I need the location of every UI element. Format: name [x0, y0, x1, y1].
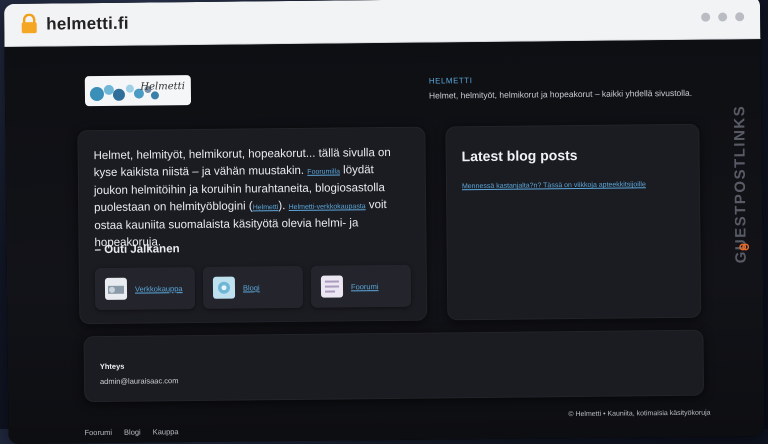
signature: – Outi Jalkanen	[94, 243, 180, 257]
contact-card: Yhteys admin@lauraisaac.com	[83, 329, 705, 403]
window-dot-icon[interactable]	[735, 12, 745, 22]
browser-window: helmetti.fi GUESTPOSTLINKS ⚭ Helmetti HE…	[4, 0, 765, 444]
blog-heading: Latest blog posts	[461, 147, 578, 165]
site-header: Helmetti HELMETTI Helmet, helmityöt, hel…	[77, 50, 706, 121]
tile-shop[interactable]: Verkkokauppa	[94, 267, 196, 311]
lock-icon	[21, 13, 37, 34]
blog-inline-link[interactable]: Helmetti	[253, 204, 279, 211]
tile-blog[interactable]: Blogi	[202, 265, 304, 309]
tile-shop-label[interactable]: Verkkokauppa	[135, 284, 183, 293]
blog-card: Latest blog posts Mennessä kastanjalta?n…	[445, 123, 702, 321]
intro-card: Helmet, helmityöt, helmikorut, hopeakoru…	[77, 126, 428, 325]
quick-links: Verkkokauppa Blogi Foorumi	[94, 264, 412, 311]
window-dot-icon[interactable]	[701, 12, 711, 22]
intro-paragraph: Helmet, helmityöt, helmikorut, hopeakoru…	[94, 145, 407, 252]
forum-thumbnail-icon	[320, 275, 344, 298]
contact-title: Yhteys	[99, 361, 125, 372]
logo-script-text: Helmetti	[140, 81, 185, 93]
intro-text: ).	[278, 200, 286, 213]
site-tagline: Helmet, helmityöt, helmikorut ja hopeako…	[428, 87, 693, 101]
page-content: GUESTPOSTLINKS ⚭ Helmetti HELMETTI Helme…	[4, 39, 765, 444]
footer-link-forum[interactable]: Foorumi	[84, 428, 112, 437]
site-name: HELMETTI	[428, 76, 473, 86]
address-bar-url[interactable]: helmetti.fi	[46, 14, 129, 35]
forum-inline-link[interactable]: Foorumilla	[307, 168, 340, 175]
tile-blog-label[interactable]: Blogi	[243, 283, 260, 292]
site-logo[interactable]: Helmetti	[84, 75, 192, 107]
tile-forum-label[interactable]: Foorumi	[351, 282, 379, 291]
footer-copyright: © Helmetti • Kauniita, kotimaisia käsity…	[568, 409, 711, 419]
window-controls	[701, 12, 745, 22]
contact-email[interactable]: admin@lauraisaac.com	[100, 376, 179, 386]
shop-inline-link[interactable]: Helmetti-verkkokaupasta	[289, 203, 366, 211]
blog-thumbnail-icon	[212, 276, 236, 299]
tile-forum[interactable]: Foorumi	[310, 264, 412, 308]
shop-thumbnail-icon	[104, 277, 128, 300]
link-chain-icon: ⚭	[735, 237, 753, 260]
window-dot-icon[interactable]	[718, 12, 728, 22]
blog-post-link[interactable]: Mennessä kastanjalta?n? Tässä on viikkoj…	[462, 181, 646, 190]
